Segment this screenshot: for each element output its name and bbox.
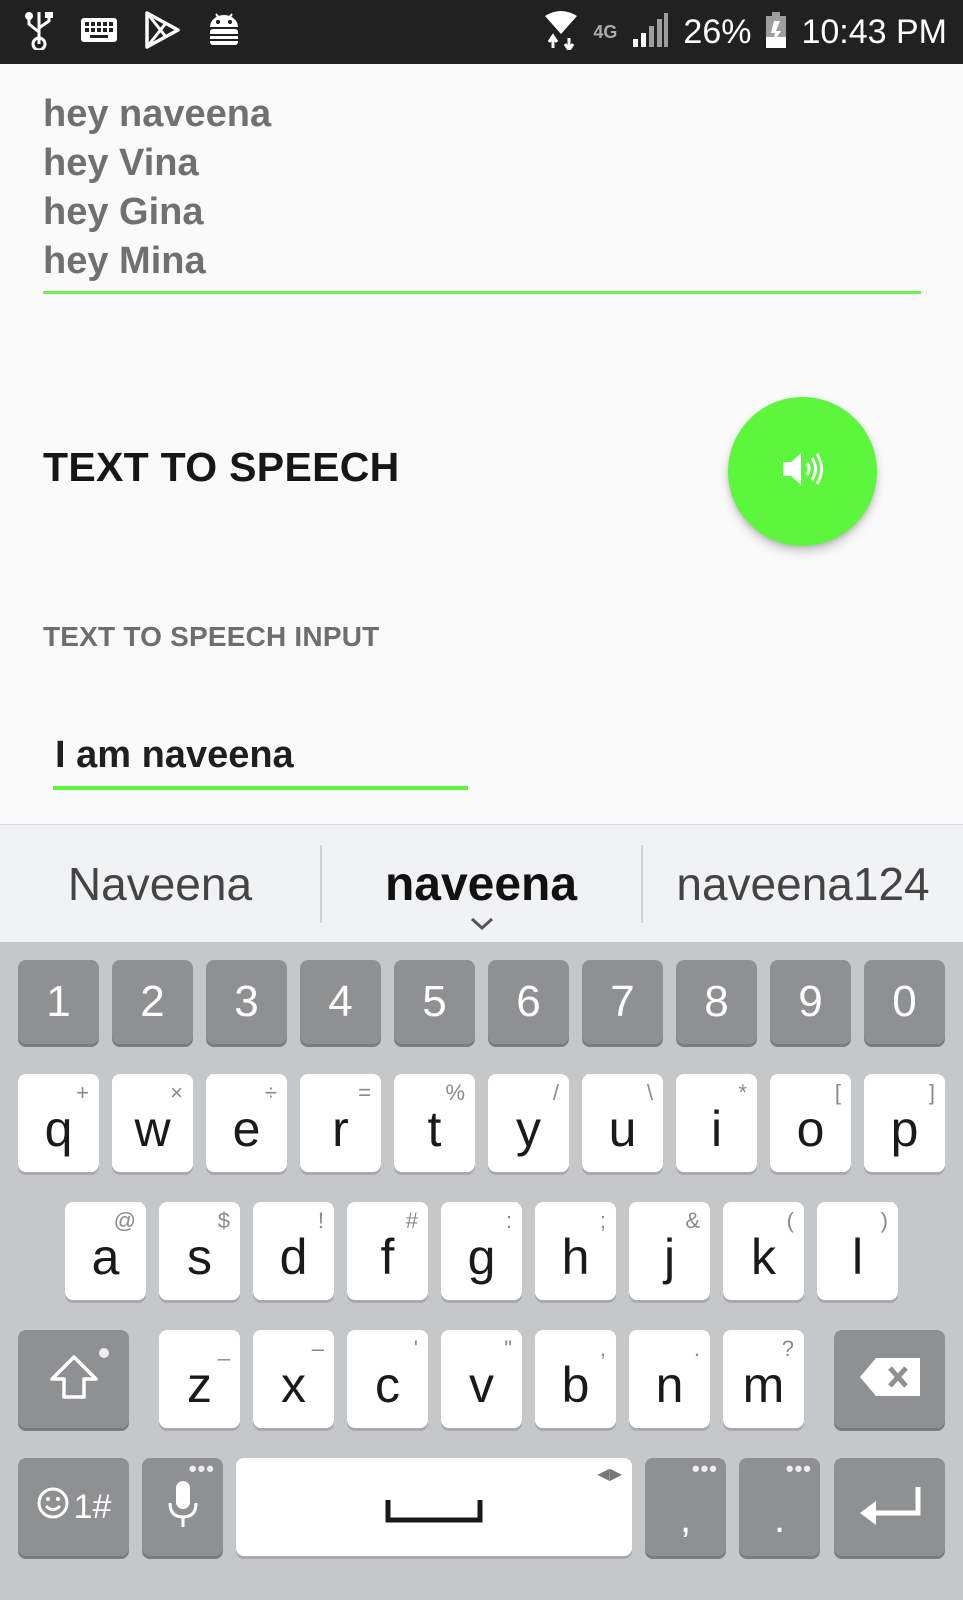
key-a[interactable]: a @ — [65, 1202, 146, 1300]
microphone-icon — [166, 1479, 200, 1536]
history-item: hey Gina — [43, 191, 204, 233]
key-1[interactable]: 1 — [18, 960, 99, 1044]
suggestion-item[interactable]: Naveena — [0, 825, 320, 943]
voice-input-key[interactable]: ••• — [142, 1458, 223, 1556]
usb-icon — [24, 10, 54, 55]
enter-icon — [854, 1483, 926, 1532]
period-key[interactable]: ••• . — [739, 1458, 820, 1556]
key-3[interactable]: 3 — [206, 960, 287, 1044]
signal-icon — [631, 11, 669, 54]
key-e[interactable]: e ÷ — [206, 1074, 287, 1172]
key-y[interactable]: y / — [488, 1074, 569, 1172]
play-store-icon — [144, 10, 180, 54]
shift-key[interactable] — [18, 1330, 129, 1428]
backspace-icon — [858, 1356, 922, 1403]
key-m[interactable]: m? — [723, 1330, 804, 1428]
backspace-key[interactable] — [834, 1330, 945, 1428]
battery-percent: 26% — [683, 12, 752, 51]
key-4[interactable]: 4 — [300, 960, 381, 1044]
soft-keyboard: 1 2 3 4 5 6 7 8 9 0 q + w × e ÷ r = t% y / u \… — [0, 942, 963, 1600]
key-q[interactable]: q + — [18, 1074, 99, 1172]
input-label: TEXT TO SPEECH INPUT — [43, 621, 380, 652]
key-l[interactable]: l) — [817, 1202, 898, 1300]
key-o[interactable]: o[ — [770, 1074, 851, 1172]
key-c[interactable]: c ' — [347, 1330, 428, 1428]
chevron-down-icon[interactable] — [470, 917, 494, 936]
key-k[interactable]: k( — [723, 1202, 804, 1300]
page-title: TEXT TO SPEECH — [43, 444, 400, 490]
speech-text-input[interactable] — [53, 724, 468, 790]
more-options-icon: ••• — [691, 1456, 718, 1481]
key-0[interactable]: 0 — [864, 960, 945, 1044]
shift-indicator — [99, 1348, 109, 1358]
key-9[interactable]: 9 — [770, 960, 851, 1044]
key-w[interactable]: w × — [112, 1074, 193, 1172]
key-s[interactable]: s $ — [159, 1202, 240, 1300]
history-item: hey naveena — [43, 93, 272, 135]
key-v[interactable]: v " — [441, 1330, 522, 1428]
app-content: hey naveena hey Vina hey Gina hey Mina h… — [0, 64, 963, 824]
enter-key[interactable] — [834, 1458, 945, 1556]
network-type: 4G — [593, 21, 618, 42]
wifi-data-icon — [543, 10, 579, 55]
cursor-arrows-icon: ◀▶ — [597, 1466, 622, 1483]
battery-icon — [765, 11, 787, 54]
speech-history-list[interactable]: hey naveena hey Vina hey Gina hey Mina h… — [43, 90, 921, 294]
key-x[interactable]: x – — [253, 1330, 334, 1428]
speak-button[interactable] — [728, 397, 877, 546]
symbols-key[interactable]: 1# — [18, 1458, 129, 1556]
key-p[interactable]: p] — [864, 1074, 945, 1172]
shift-icon — [48, 1353, 100, 1406]
key-2[interactable]: 2 — [112, 960, 193, 1044]
keyboard-icon — [80, 17, 118, 48]
more-options-icon: ••• — [188, 1456, 215, 1481]
key-t[interactable]: t% — [394, 1074, 475, 1172]
key-b[interactable]: b, — [535, 1330, 616, 1428]
key-h[interactable]: h; — [535, 1202, 616, 1300]
key-5[interactable]: 5 — [394, 960, 475, 1044]
emoji-icon — [36, 1486, 70, 1529]
history-item: hey Vina — [43, 142, 199, 184]
symbols-key-label: 1# — [73, 1487, 112, 1526]
more-options-icon: ••• — [785, 1456, 812, 1481]
key-8[interactable]: 8 — [676, 960, 757, 1044]
android-debug-icon — [206, 11, 242, 54]
key-z[interactable]: z _ — [159, 1330, 240, 1428]
key-u[interactable]: u \ — [582, 1074, 663, 1172]
key-6[interactable]: 6 — [488, 960, 569, 1044]
speaker-icon — [779, 447, 827, 496]
key-j[interactable]: j & — [629, 1202, 710, 1300]
history-item: hey Mina — [43, 240, 206, 282]
key-f[interactable]: f # — [347, 1202, 428, 1300]
key-n[interactable]: n. — [629, 1330, 710, 1428]
key-7[interactable]: 7 — [582, 960, 663, 1044]
clock: 10:43 PM — [801, 12, 947, 51]
key-g[interactable]: g: — [441, 1202, 522, 1300]
space-key[interactable]: ◀▶ — [236, 1458, 632, 1556]
suggestion-strip: Naveena naveena naveena124 — [0, 824, 963, 942]
history-item: hello raj naveena — [43, 286, 921, 291]
comma-key[interactable]: ••• , — [645, 1458, 726, 1556]
key-i[interactable]: i * — [676, 1074, 757, 1172]
status-bar: 4G 26% 10:43 PM — [0, 0, 963, 64]
key-r[interactable]: r = — [300, 1074, 381, 1172]
space-icon — [384, 1478, 484, 1536]
key-d[interactable]: d! — [253, 1202, 334, 1300]
suggestion-item[interactable]: naveena124 — [643, 825, 963, 943]
